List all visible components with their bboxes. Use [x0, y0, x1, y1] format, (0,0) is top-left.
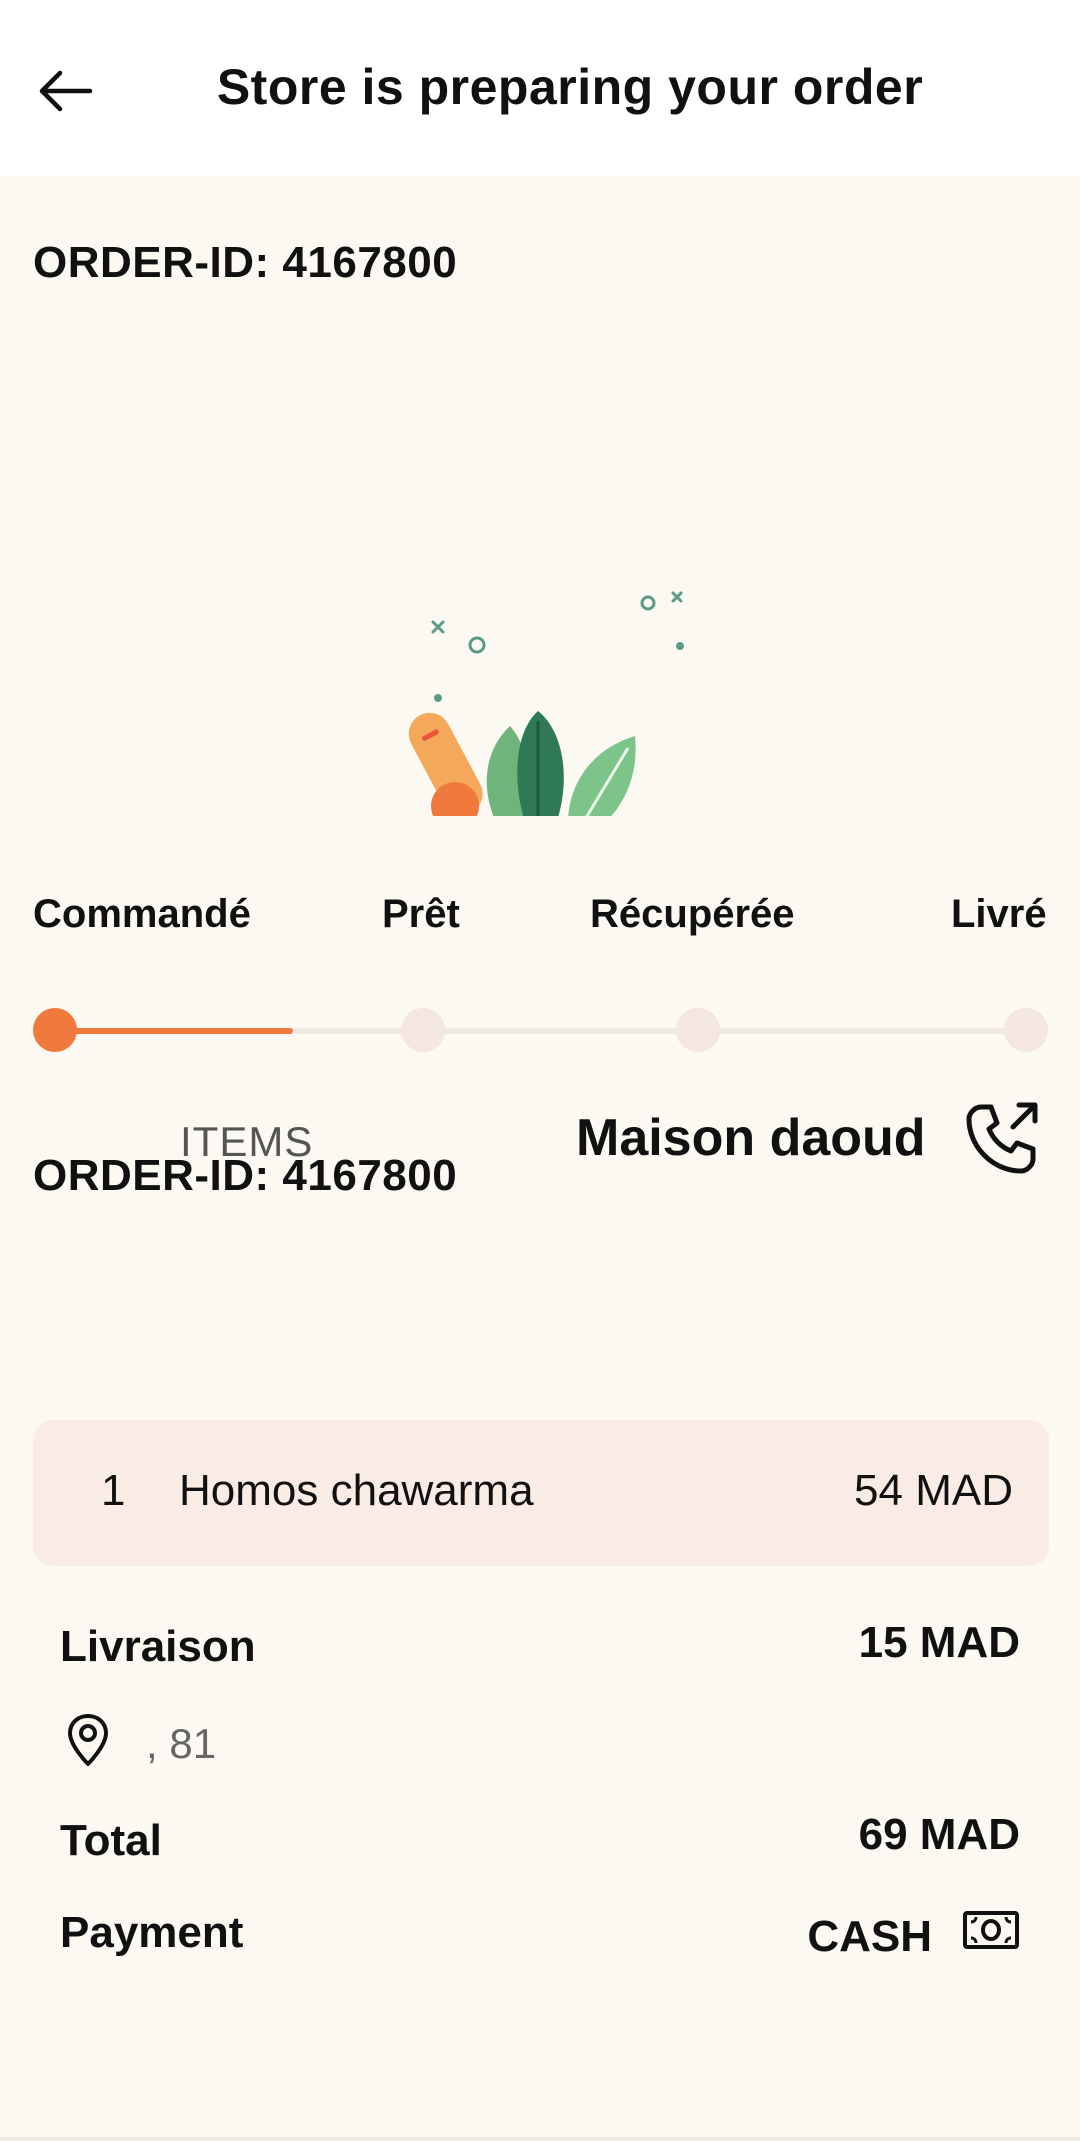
delivery-fee: 15 MAD: [858, 1618, 1020, 1667]
top-bar: Store is preparing your order: [0, 0, 1080, 176]
step-dot-delivered: [1004, 1008, 1048, 1052]
progress-fill: [53, 1028, 293, 1034]
order-status-panel: ORDER-ID: 4167800 Commandé Prêt Récupéré…: [0, 176, 1080, 2141]
step-label-delivered: Livré: [951, 892, 1047, 936]
store-name: Maison daoud: [576, 1109, 926, 1167]
phone-call-icon: [966, 1102, 1038, 1174]
location-pin-icon: [68, 1714, 108, 1766]
payment-label: Payment: [60, 1908, 244, 1957]
step-label-ordered: Commandé: [33, 892, 251, 936]
step-label-picked-up: Récupérée: [590, 892, 795, 936]
delivery-label: Livraison: [60, 1622, 256, 1671]
order-id-label: ORDER-ID: 4167800: [33, 238, 458, 287]
banknote-icon: [963, 1911, 1019, 1949]
grocery-bag-illustration: [408, 591, 684, 816]
page-title: Store is preparing your order: [216, 59, 924, 115]
list-item[interactable]: 1 Homos chawarma 54 MAD: [33, 1420, 1049, 1566]
delivery-address: , 81: [146, 1720, 217, 1767]
tab-items[interactable]: ITEMS: [180, 1118, 313, 1166]
item-quantity: 1: [101, 1466, 126, 1515]
step-dot-picked-up: [676, 1008, 720, 1052]
total-amount: 69 MAD: [858, 1810, 1020, 1859]
step-dot-ready: [401, 1008, 445, 1052]
total-label: Total: [60, 1816, 162, 1865]
arrow-left-icon: [39, 70, 93, 112]
back-button[interactable]: [24, 50, 106, 132]
order-progress-bar: [33, 1002, 1049, 1062]
bottom-divider: [0, 2137, 1080, 2141]
item-name: Homos chawarma: [179, 1466, 534, 1515]
step-label-ready: Prêt: [382, 892, 460, 936]
item-price: 54 MAD: [854, 1466, 1013, 1515]
call-store-button[interactable]: [954, 1092, 1048, 1186]
payment-method: CASH: [807, 1912, 932, 1961]
step-dot-ordered: [33, 1008, 77, 1052]
